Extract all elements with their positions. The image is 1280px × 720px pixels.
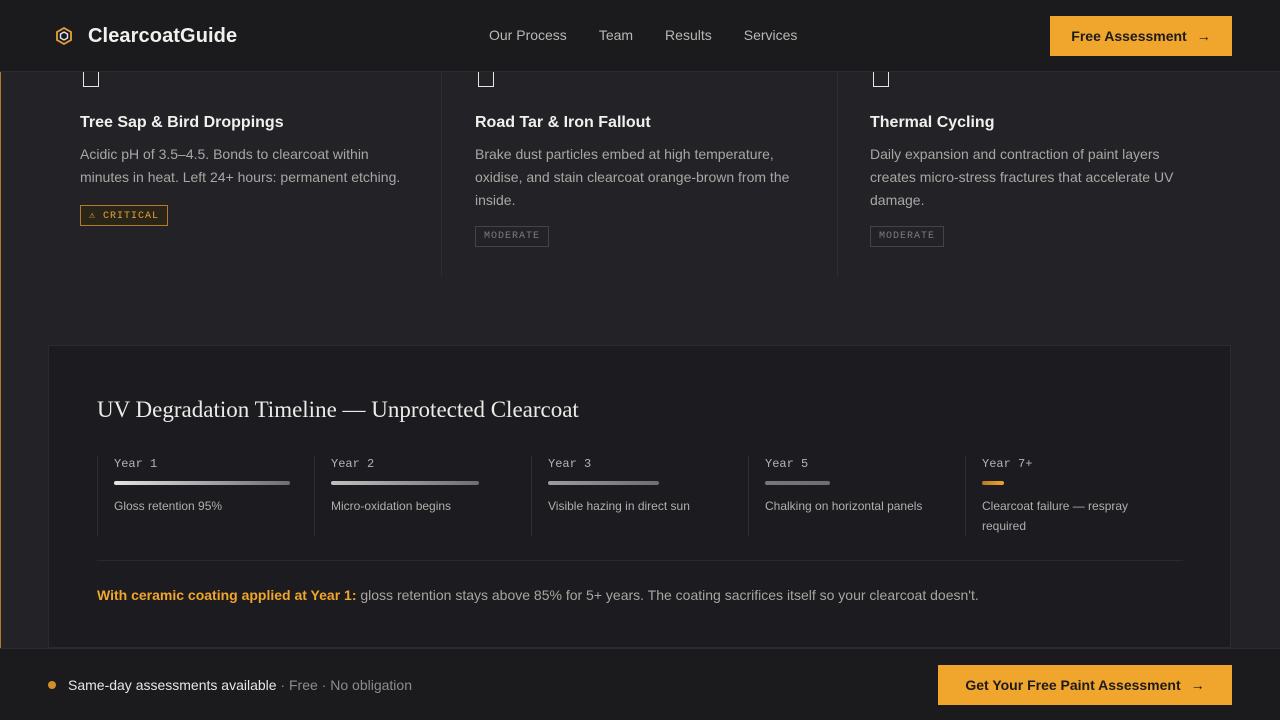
availability-free: Free: [289, 677, 318, 693]
separator: ·: [276, 677, 289, 693]
note-text: gloss retention stays above 85% for 5+ y…: [356, 587, 979, 603]
note-highlight: With ceramic coating applied at Year 1:: [97, 587, 357, 603]
severity-badge-critical: ⚠ CRITICAL: [80, 205, 169, 226]
uv-degradation-panel: UV Degradation Timeline — Unprotected Cl…: [48, 345, 1231, 648]
gloss-level-bar: [765, 481, 830, 485]
main-nav: Our Process Team Results Services: [489, 27, 829, 43]
threat-card-tree-sap: Tree Sap & Bird Droppings Acidic pH of 3…: [80, 72, 440, 277]
threat-card-description: Brake dust particles embed at high tempe…: [475, 146, 790, 208]
arrow-right-icon: →: [1196, 28, 1211, 44]
timeline-year: Year 5: [765, 457, 809, 471]
square-icon: [83, 72, 99, 87]
cta-label: Get Your Free Paint Assessment: [965, 677, 1181, 693]
gloss-level-bar: [548, 481, 659, 485]
availability-status: Same-day assessments available: [68, 677, 277, 693]
card-divider: [441, 72, 442, 277]
timeline-title: UV Degradation Timeline — Unprotected Cl…: [97, 397, 579, 422]
timeline-stage: Year 5 Chalking on horizontal panels: [748, 456, 965, 536]
left-accent-line: [0, 72, 1, 648]
nav-link-our-process[interactable]: Our Process: [489, 27, 567, 43]
panel-divider: [97, 560, 1183, 561]
timeline-stage: Year 2 Micro-oxidation begins: [314, 456, 531, 536]
threat-card-title: Thermal Cycling: [870, 114, 995, 131]
threat-card-thermal-cycling: Thermal Cycling Daily expansion and cont…: [870, 72, 1230, 277]
card-divider: [837, 72, 838, 277]
threat-card-description: Daily expansion and contraction of paint…: [870, 146, 1174, 208]
availability-no-obligation: No obligation: [330, 677, 412, 693]
hexagon-icon: [54, 26, 74, 46]
timeline-description: Micro-oxidation begins: [331, 499, 452, 513]
availability-text: Same-day assessments available · Free · …: [68, 677, 412, 693]
gloss-level-bar: [331, 481, 479, 485]
get-free-paint-assessment-button[interactable]: Get Your Free Paint Assessment →: [938, 665, 1232, 705]
ceramic-coating-note: With ceramic coating applied at Year 1: …: [97, 587, 979, 603]
nav-link-services[interactable]: Services: [744, 27, 798, 43]
timeline-year: Year 1: [114, 457, 158, 471]
threat-card-description: Acidic pH of 3.5–4.5. Bonds to clearcoat…: [80, 146, 401, 185]
nav-link-team[interactable]: Team: [599, 27, 633, 43]
timeline-description: Gloss retention 95%: [114, 499, 223, 513]
severity-badge-moderate: MODERATE: [870, 226, 945, 247]
severity-badge-moderate: MODERATE: [475, 226, 550, 247]
square-icon: [873, 72, 889, 87]
timeline-stage: Year 1 Gloss retention 95%: [97, 456, 314, 536]
timeline-year: Year 3: [548, 457, 592, 471]
threat-card-title: Road Tar & Iron Fallout: [475, 114, 651, 131]
timeline-year: Year 7+: [982, 457, 1033, 471]
gloss-level-bar: [982, 481, 1004, 485]
square-icon: [478, 72, 494, 87]
brand[interactable]: ClearcoatGuide: [54, 24, 237, 48]
timeline-description: Visible hazing in direct sun: [548, 499, 690, 513]
arrow-right-icon: →: [1190, 677, 1205, 693]
free-assessment-button[interactable]: Free Assessment →: [1050, 16, 1232, 56]
nav-link-results[interactable]: Results: [665, 27, 712, 43]
site-header: ClearcoatGuide Our Process Team Results …: [0, 0, 1280, 72]
timeline-stage: Year 3 Visible hazing in direct sun: [531, 456, 748, 536]
timeline-description: Clearcoat failure — respray required: [982, 499, 1129, 533]
separator: ·: [317, 677, 331, 693]
brand-name: ClearcoatGuide: [88, 24, 238, 47]
threat-card-title: Tree Sap & Bird Droppings: [80, 114, 284, 131]
free-assessment-label: Free Assessment: [1071, 28, 1187, 44]
status-dot-icon: [48, 681, 56, 689]
timeline-stage: Year 7+ Clearcoat failure — respray requ…: [965, 456, 1182, 536]
threat-card-road-tar: Road Tar & Iron Fallout Brake dust parti…: [475, 72, 835, 277]
gloss-level-bar: [114, 481, 290, 485]
sticky-bottom-bar: Same-day assessments available · Free · …: [0, 648, 1280, 720]
timeline-description: Chalking on horizontal panels: [765, 499, 923, 513]
timeline-year: Year 2: [331, 457, 375, 471]
